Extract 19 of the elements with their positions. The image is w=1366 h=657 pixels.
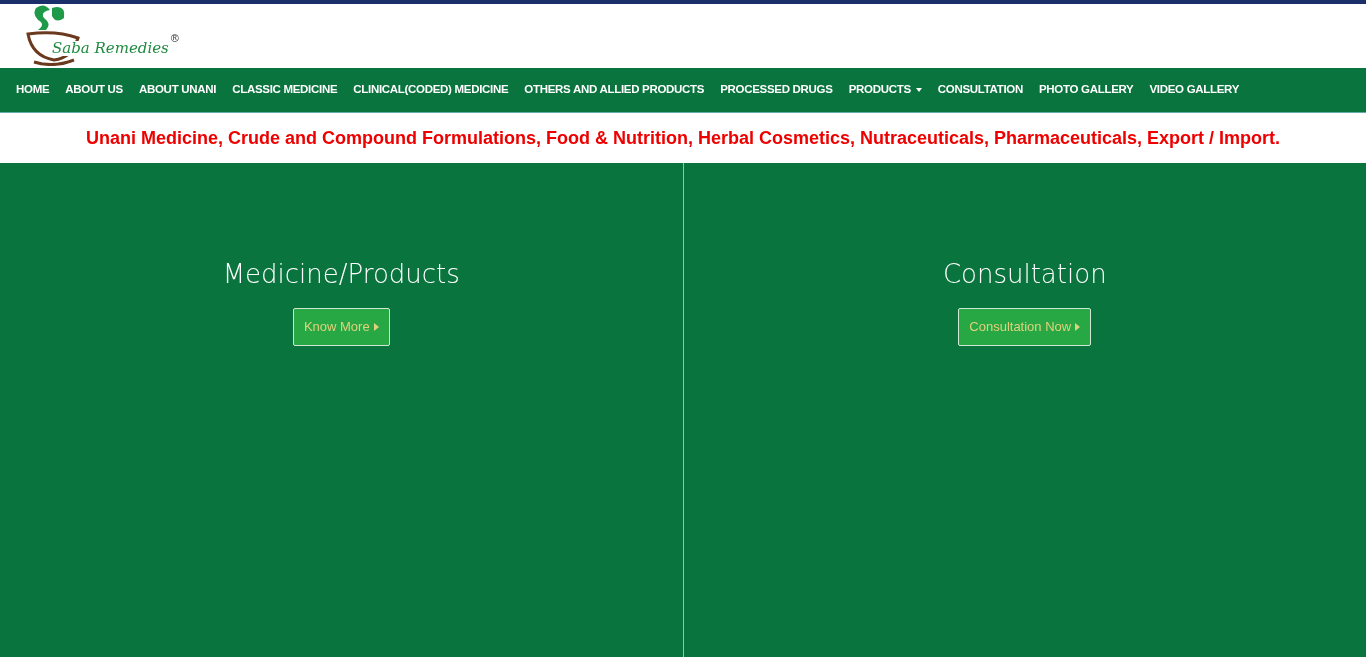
registered-mark: ®	[170, 31, 179, 46]
nav-link[interactable]: PHOTO GALLERY	[1030, 81, 1142, 99]
caret-icon	[915, 88, 922, 92]
nav-link[interactable]: OTHERS AND ALLIED PRODUCTS	[516, 81, 713, 99]
nav-link[interactable]: CONSULTATION	[929, 81, 1031, 99]
caret-icon	[373, 323, 379, 331]
nav-link[interactable]: HOME	[8, 81, 58, 99]
nav-link[interactable]: CLASSIC MEDICINE	[224, 81, 346, 99]
nav-link[interactable]: CLINICAL(CODED) MEDICINE	[345, 81, 517, 99]
panel-title: Consultation	[942, 258, 1107, 291]
nav-link[interactable]: PROCESSED DRUGS	[712, 81, 841, 99]
nav-link[interactable]: ABOUT US	[57, 81, 131, 99]
tagline: Unani Medicine, Crude and Compound Formulations, Food & Nutrition, Herbal Cosmetics, Nutraceuticals, Pharmaceuticals, Export / Import.	[85, 126, 1281, 150]
nav-link[interactable]: PRODUCTS	[840, 81, 930, 99]
nav-link[interactable]: ABOUT UNANI	[130, 81, 225, 99]
panel-title: Medicine/Products	[222, 258, 460, 291]
nav-link[interactable]: VIDEO GALLERY	[1141, 81, 1248, 99]
caret-icon	[1075, 323, 1081, 331]
logo-text: Saba Remedies	[50, 41, 171, 56]
